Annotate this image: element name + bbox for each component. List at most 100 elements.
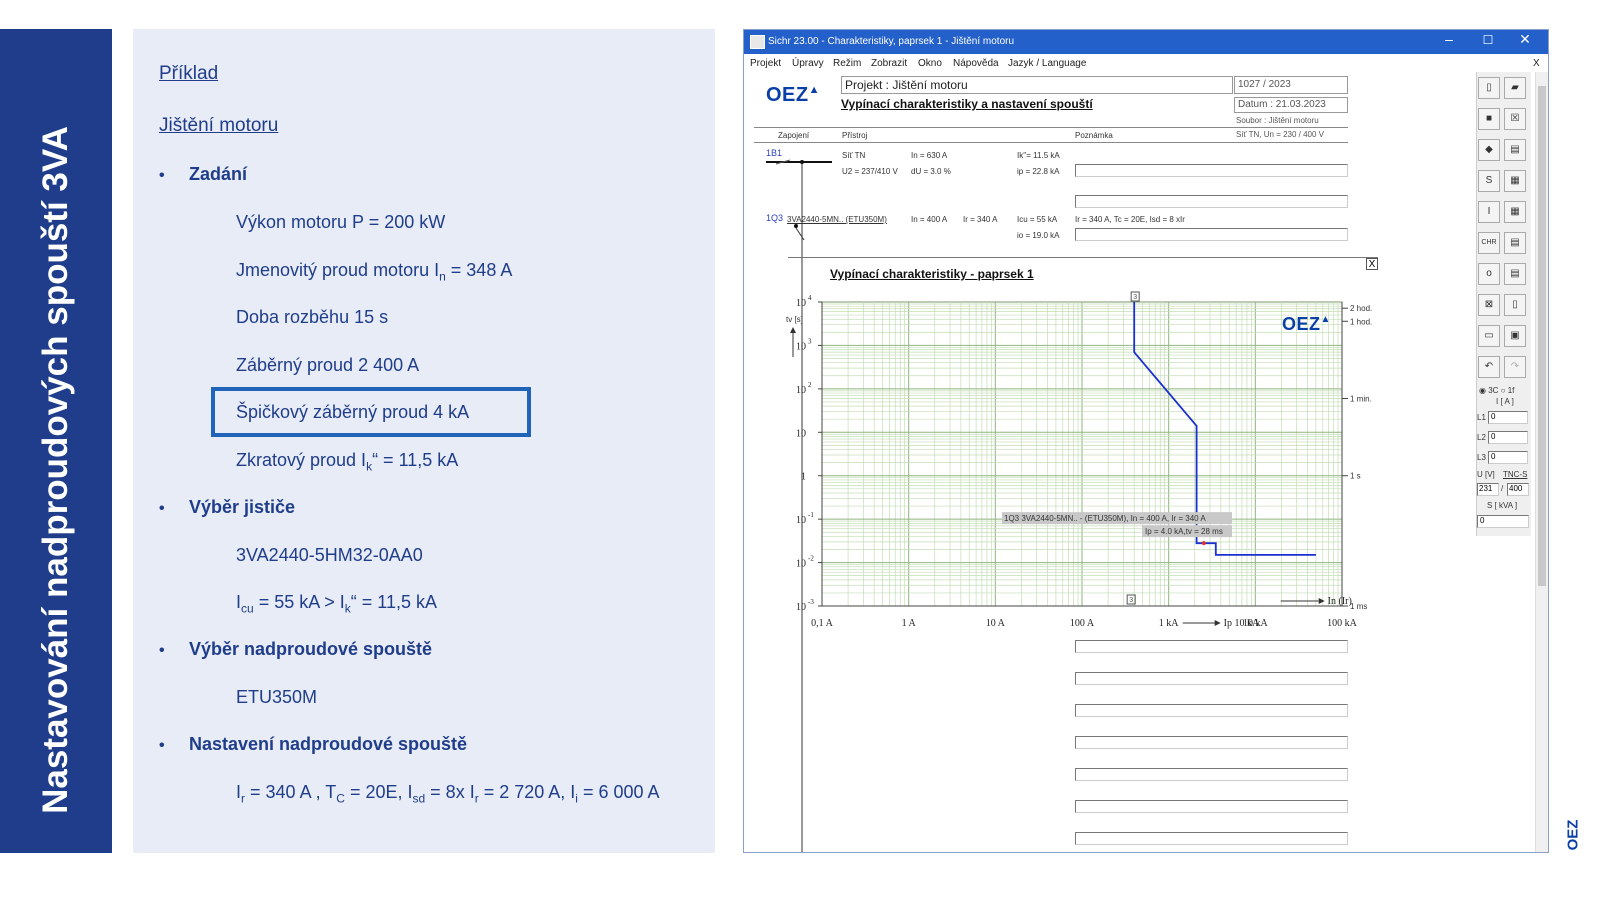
note-field-7[interactable] bbox=[1075, 832, 1348, 845]
close-file-icon[interactable]: ☒ bbox=[1504, 108, 1526, 130]
note-field-1[interactable] bbox=[1075, 640, 1348, 653]
undo-icon[interactable]: ↶ bbox=[1478, 356, 1500, 378]
tool-i-table-icon[interactable]: ▦ bbox=[1504, 201, 1526, 223]
new-file-icon[interactable]: ▯ bbox=[1478, 77, 1500, 99]
slide-side-title: Nastavování nadproudových spouští 3VA bbox=[36, 126, 75, 814]
cursor-point bbox=[1201, 541, 1206, 546]
menu-close-doc[interactable]: X bbox=[1533, 58, 1540, 69]
open-folder-icon[interactable]: ▰ bbox=[1504, 77, 1526, 99]
tool-grid-icon[interactable]: ⊠ bbox=[1478, 294, 1500, 316]
l1-label: L1 bbox=[1477, 413, 1486, 422]
y-tick-exponent: 3 bbox=[808, 337, 812, 345]
l1-input[interactable]: 0 bbox=[1488, 411, 1528, 424]
right-axis-label: 2 hod. bbox=[1350, 304, 1372, 313]
section-zadani: • Zadání bbox=[159, 164, 248, 184]
y-tick-exponent: 2 bbox=[808, 381, 812, 389]
item-zaberny-proud: Záběrný proud 2 400 A bbox=[236, 355, 420, 375]
tool-list-icon[interactable]: ▭ bbox=[1478, 325, 1500, 347]
slide-content-panel: Příklad Jištění motoru • Zadání Výkon mot… bbox=[133, 29, 715, 853]
voltage-input-1[interactable]: 231 bbox=[1477, 483, 1499, 496]
sichr-window: Sichr 23.00 - Charakteristiky, paprsek 1… bbox=[743, 29, 1549, 853]
tooltip-line2: Ip = 4.0 kA,tv = 28 ms bbox=[1145, 527, 1223, 536]
y-tick-label: 10 bbox=[796, 428, 806, 439]
note-field-5[interactable] bbox=[1075, 768, 1348, 781]
l3-label: L3 bbox=[1477, 453, 1486, 462]
print-icon[interactable]: ▤ bbox=[1504, 139, 1526, 161]
minimize-button[interactable]: – bbox=[1434, 31, 1464, 47]
item-zkratovy-proud: Zkratový proud Ik“ = 11,5 kA bbox=[236, 450, 459, 474]
x-tick-label: 10 A bbox=[986, 618, 1006, 629]
book-icon[interactable]: ◆ bbox=[1478, 139, 1500, 161]
item-vykon: Výkon motoru P = 200 kW bbox=[236, 212, 446, 232]
x-tick-label: 1 kA bbox=[1159, 618, 1180, 629]
power-input[interactable]: 0 bbox=[1477, 515, 1529, 528]
right-axis-label: 1 ms bbox=[1350, 602, 1367, 611]
maximize-button[interactable]: ☐ bbox=[1473, 33, 1503, 47]
y-axis-label: tv [s] bbox=[786, 315, 803, 324]
tool-o-icon[interactable]: o bbox=[1478, 263, 1500, 285]
l2-label: L2 bbox=[1477, 433, 1486, 442]
link-priklad[interactable]: Příklad bbox=[159, 63, 218, 85]
marker-top-label: 3 bbox=[1133, 294, 1137, 301]
section-vyber-spouste: • Výběr nadproudové spouště bbox=[159, 639, 433, 659]
note-field-3[interactable] bbox=[1075, 704, 1348, 717]
y-tick-exponent: -3 bbox=[808, 598, 814, 606]
y-axis-arrowhead bbox=[790, 327, 796, 333]
y-tick-label: 10 bbox=[796, 385, 806, 396]
x-tick-label: 1 A bbox=[902, 618, 917, 629]
close-button[interactable]: ✕ bbox=[1510, 31, 1540, 48]
right-axis-label: 1 min. bbox=[1350, 394, 1372, 403]
power-label: S [ kVA ] bbox=[1487, 501, 1518, 510]
y-tick-label: 10 bbox=[796, 298, 806, 309]
voltage-slash: / bbox=[1501, 484, 1504, 493]
note-field-2[interactable] bbox=[1075, 672, 1348, 685]
section-nastaveni: • Nastavení nadproudové spouště bbox=[159, 734, 468, 754]
y-tick-label: 10 bbox=[796, 515, 806, 526]
y-tick-exponent: -2 bbox=[808, 555, 814, 563]
y-tick-exponent: -1 bbox=[808, 511, 814, 519]
y-tick-label: 10 bbox=[796, 602, 806, 613]
x-tick-label: 100 kA bbox=[1327, 618, 1358, 629]
section-vyber-jistice: • Výběr jističe bbox=[159, 497, 296, 517]
phase-options[interactable]: ◉ 3C ○ 1f bbox=[1479, 386, 1514, 395]
right-axis-label: 1 s bbox=[1350, 472, 1361, 481]
y-tick-label: 10 bbox=[796, 559, 806, 570]
link-jisteni-motoru[interactable]: Jištění motoru bbox=[159, 115, 278, 137]
tool-s-table-icon[interactable]: ▦ bbox=[1504, 170, 1526, 192]
right-axis-label: 1 hod. bbox=[1350, 317, 1372, 326]
tnc-label: TNC-S bbox=[1503, 470, 1528, 479]
tool-i-icon[interactable]: I bbox=[1478, 201, 1500, 223]
ip-label: Ip 10 kA bbox=[1224, 618, 1260, 629]
tool-o-table-icon[interactable]: ▤ bbox=[1504, 263, 1526, 285]
redo-icon[interactable]: ↷ bbox=[1504, 356, 1526, 378]
oez-corner-logo: OEZ bbox=[1564, 819, 1582, 851]
item-jistic-typ: 3VA2440-5HM32-0AA0 bbox=[236, 545, 423, 565]
l2-input[interactable]: 0 bbox=[1488, 431, 1528, 444]
item-spickovy-proud: Špičkový záběrný proud 4 kA bbox=[236, 402, 470, 422]
tooltip-line1: 1Q3 3VA2440-5MN.. - (ETU350M), In = 400 … bbox=[1004, 514, 1206, 523]
marker-bottom-label: 3 bbox=[1129, 597, 1133, 604]
tool-chr-table-icon[interactable]: ▤ bbox=[1504, 232, 1526, 254]
tool-doc-icon[interactable]: ▯ bbox=[1504, 294, 1526, 316]
vertical-scrollbar[interactable] bbox=[1535, 72, 1548, 852]
tool-s-icon[interactable]: S bbox=[1478, 170, 1500, 192]
scrollbar-thumb[interactable] bbox=[1538, 86, 1546, 586]
item-nastaveni-hodnoty: Ir = 340 A , TC = 20E, Isd = 8x Ir = 2 7… bbox=[236, 782, 660, 806]
note-field-6[interactable] bbox=[1075, 800, 1348, 813]
x-axis-label: In (Ir) bbox=[1328, 596, 1352, 607]
y-tick-exponent: 4 bbox=[808, 294, 812, 302]
phase-unit: I [ A ] bbox=[1496, 397, 1514, 406]
tool-chr-icon[interactable]: CHR bbox=[1478, 232, 1500, 254]
note-field-4[interactable] bbox=[1075, 736, 1348, 749]
chart-oez-logo: OEZ▲ bbox=[1282, 314, 1331, 334]
section-zadani-label: Zadání bbox=[189, 164, 248, 184]
voltage-input-2[interactable]: 400 bbox=[1507, 483, 1529, 496]
x-tick-label: 100 A bbox=[1070, 618, 1095, 629]
l3-input[interactable]: 0 bbox=[1488, 451, 1528, 464]
save-icon[interactable]: ■ bbox=[1478, 108, 1500, 130]
item-doba-rozbehu: Doba rozběhu 15 s bbox=[236, 307, 389, 327]
y-tick-label: 1 bbox=[801, 472, 806, 483]
item-icu: Icu = 55 kA > Ik“ = 11,5 kA bbox=[236, 592, 437, 616]
ip-arrowhead bbox=[1214, 620, 1221, 626]
tool-edit-icon[interactable]: ▣ bbox=[1504, 325, 1526, 347]
